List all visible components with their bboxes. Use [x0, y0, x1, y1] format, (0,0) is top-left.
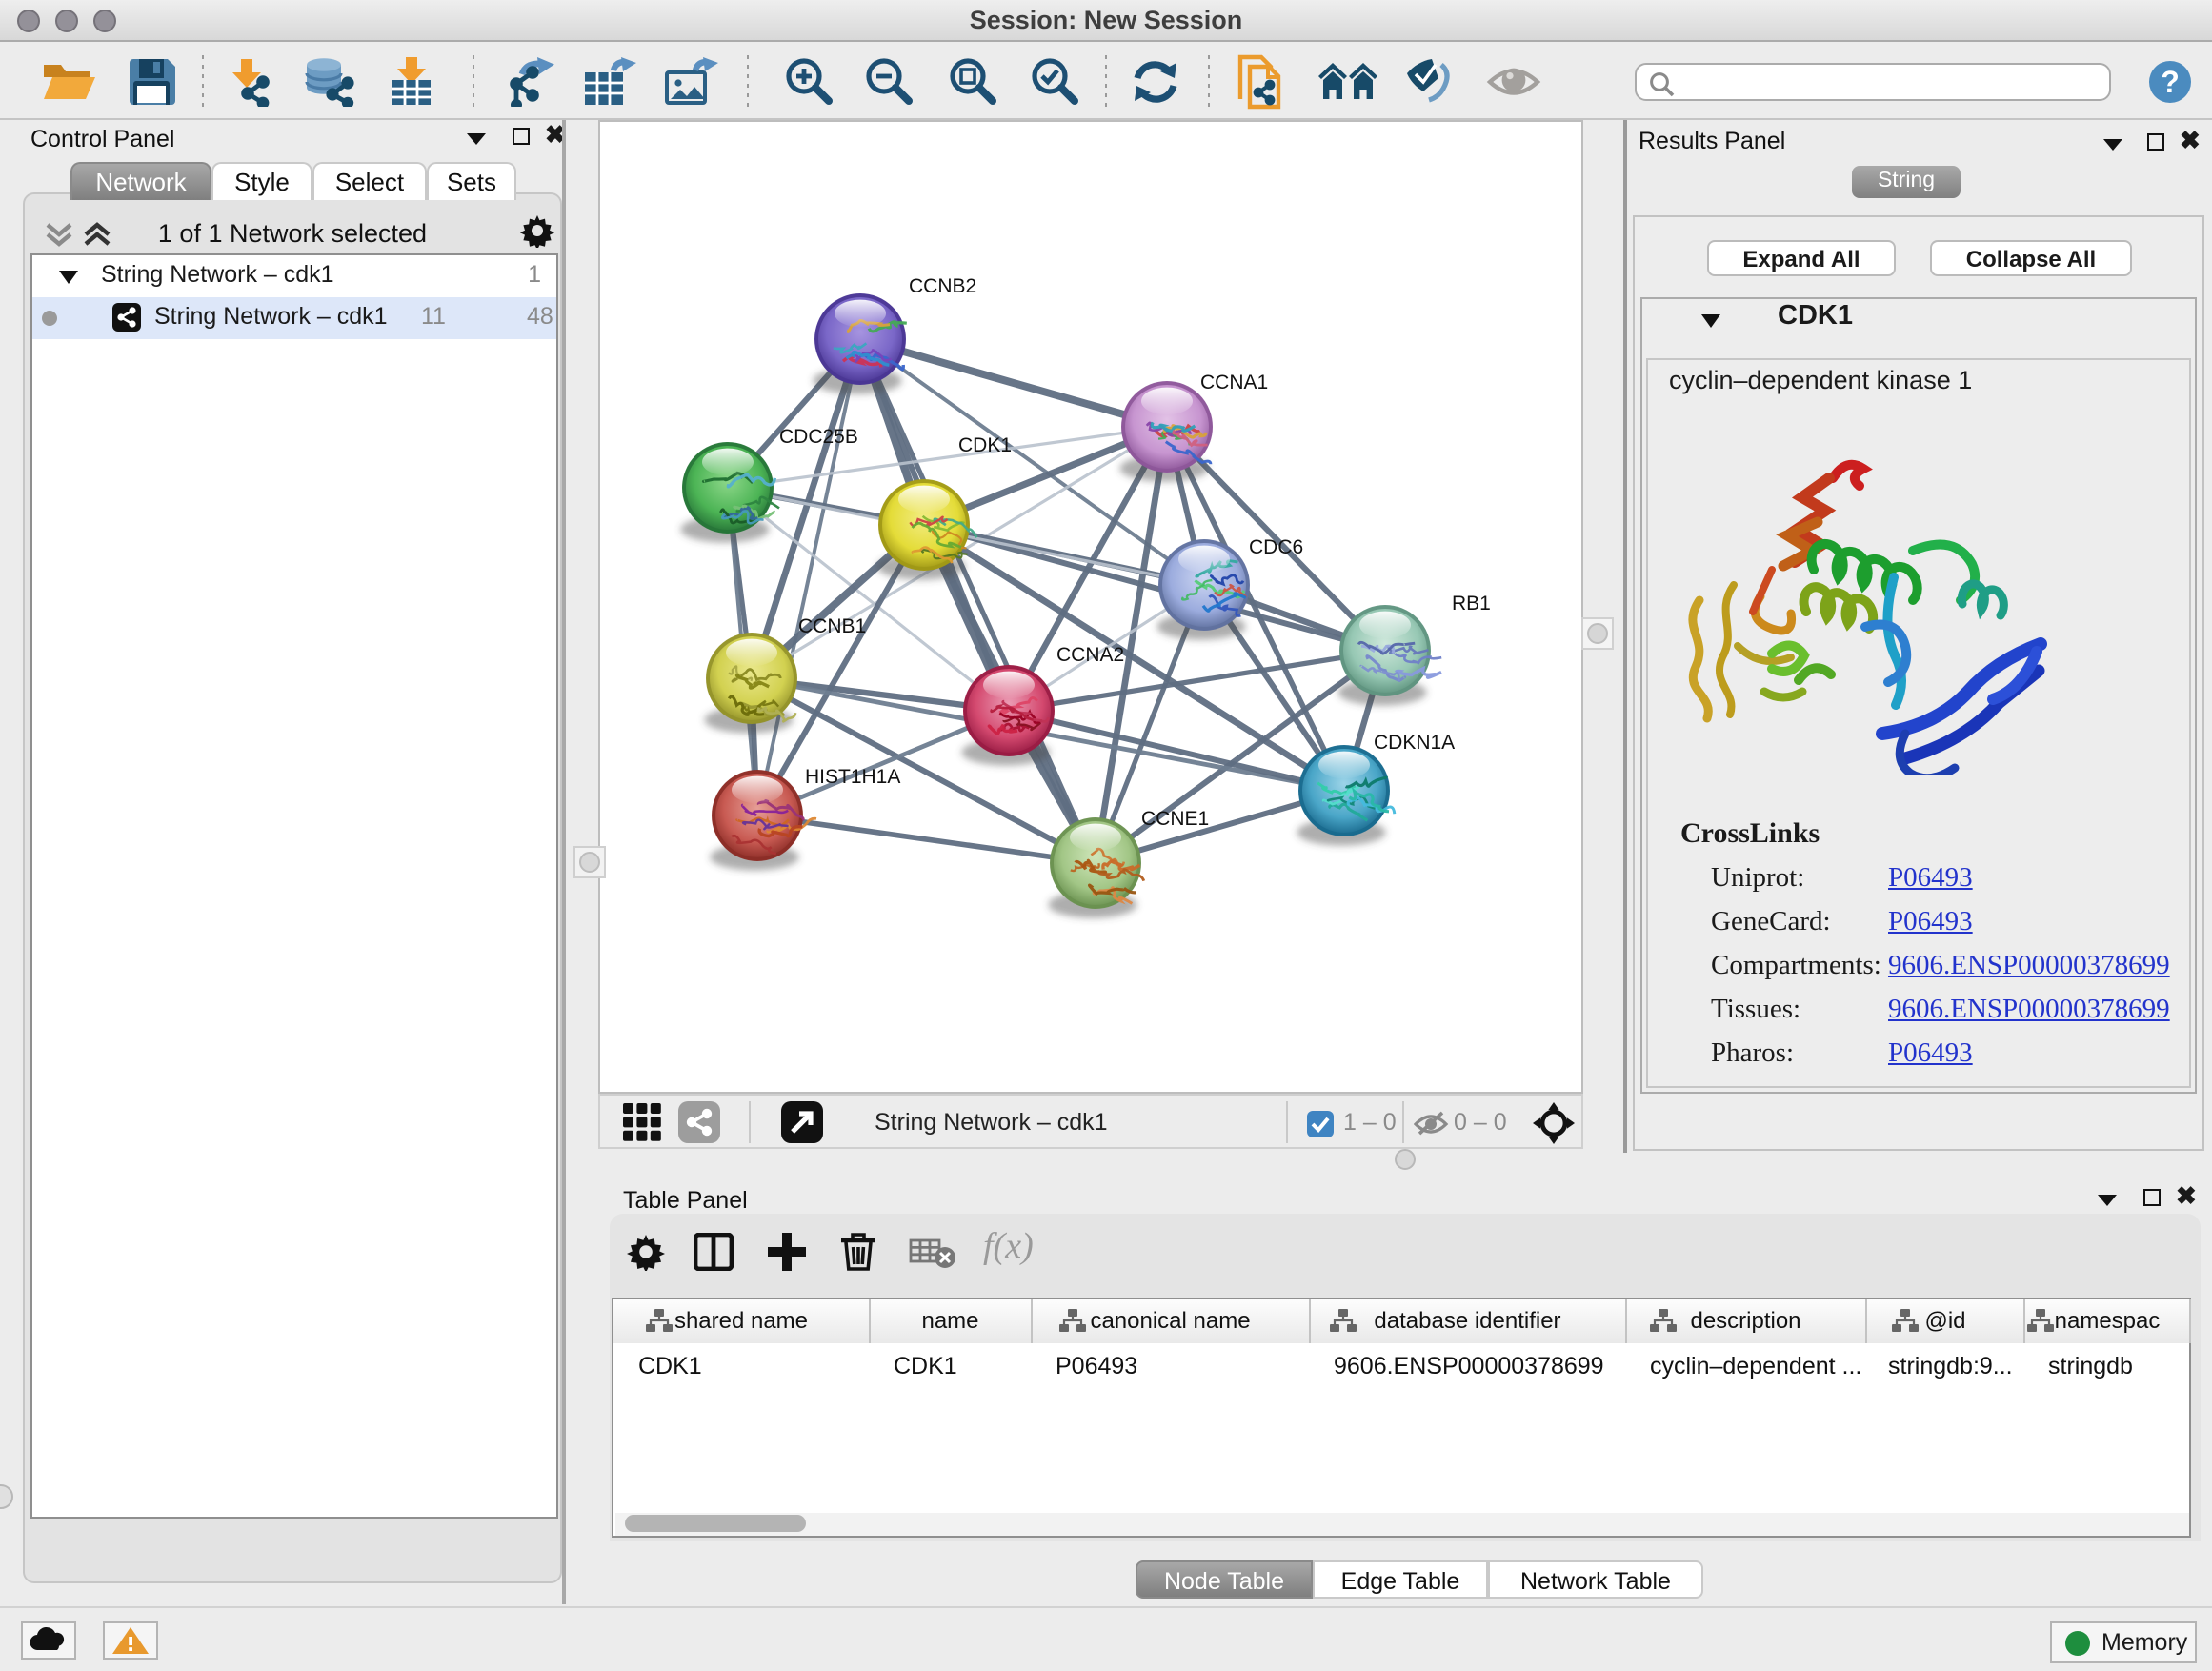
svg-text:CDC6: CDC6 [1249, 536, 1303, 558]
svg-text:HIST1H1A: HIST1H1A [805, 766, 900, 788]
svg-text:CCNA1: CCNA1 [1200, 372, 1268, 393]
svg-text:CCNE1: CCNE1 [1141, 808, 1209, 830]
svg-text:CDC25B: CDC25B [779, 426, 858, 448]
svg-text:?: ? [2161, 65, 2180, 99]
svg-text:CCNB2: CCNB2 [909, 275, 976, 297]
svg-text:CCNA2: CCNA2 [1056, 644, 1124, 666]
svg-text:CDK1: CDK1 [958, 434, 1012, 456]
svg-text:CDKN1A: CDKN1A [1374, 732, 1455, 754]
svg-text:CCNB1: CCNB1 [798, 615, 866, 637]
svg-text:RB1: RB1 [1452, 593, 1491, 614]
